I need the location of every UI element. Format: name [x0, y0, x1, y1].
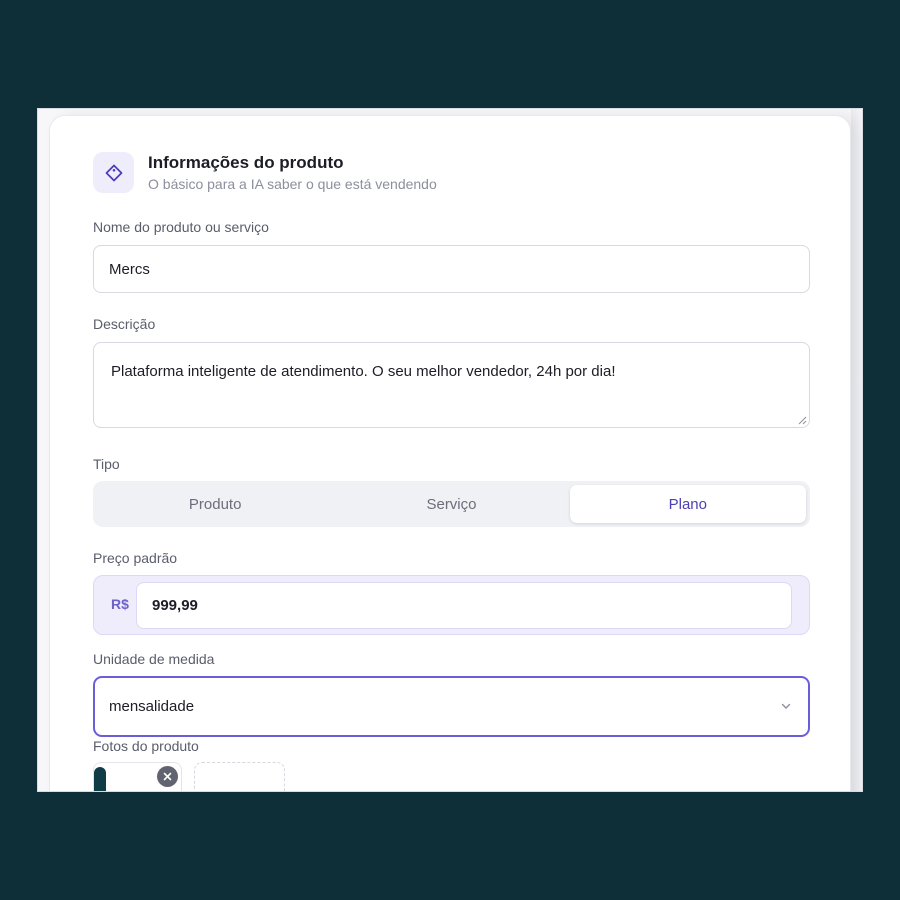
- description-text: Plataforma inteligente de atendimento. O…: [111, 363, 616, 380]
- close-icon: [163, 772, 172, 781]
- card-subtitle: O básico para a IA saber o que está vend…: [148, 176, 437, 192]
- scroll-shadow: [851, 109, 862, 791]
- product-photo-image: [94, 767, 106, 791]
- product-name-input[interactable]: Mercs: [93, 245, 810, 293]
- unit-label: Unidade de medida: [93, 651, 215, 667]
- currency-prefix: R$: [111, 596, 129, 612]
- resize-handle-icon[interactable]: [797, 415, 807, 425]
- price-field: R$ 999,99: [93, 575, 810, 635]
- description-textarea[interactable]: Plataforma inteligente de atendimento. O…: [93, 342, 810, 428]
- card-title: Informações do produto: [148, 153, 344, 172]
- price-input[interactable]: 999,99: [136, 582, 792, 629]
- type-label: Tipo: [93, 456, 120, 472]
- app-window: Informações do produto O básico para a I…: [37, 108, 863, 792]
- type-selector: Produto Serviço Plano: [93, 481, 810, 527]
- product-info-card: Informações do produto O básico para a I…: [49, 115, 851, 791]
- unit-select[interactable]: mensalidade: [93, 676, 810, 737]
- chevron-down-icon: [781, 703, 791, 709]
- price-label: Preço padrão: [93, 550, 178, 566]
- tag-icon: [93, 152, 134, 193]
- remove-photo-button[interactable]: [157, 766, 178, 787]
- type-option-produto[interactable]: Produto: [97, 485, 333, 523]
- photos-label: Fotos do produto: [93, 738, 199, 754]
- product-name-label: Nome do produto ou serviço: [93, 219, 269, 235]
- type-option-servico[interactable]: Serviço: [333, 485, 569, 523]
- product-photo-thumbnail[interactable]: [93, 762, 182, 791]
- type-option-plano[interactable]: Plano: [569, 485, 806, 523]
- description-label: Descrição: [93, 316, 156, 332]
- add-photo-slot[interactable]: [194, 762, 285, 791]
- unit-select-value: mensalidade: [109, 698, 195, 715]
